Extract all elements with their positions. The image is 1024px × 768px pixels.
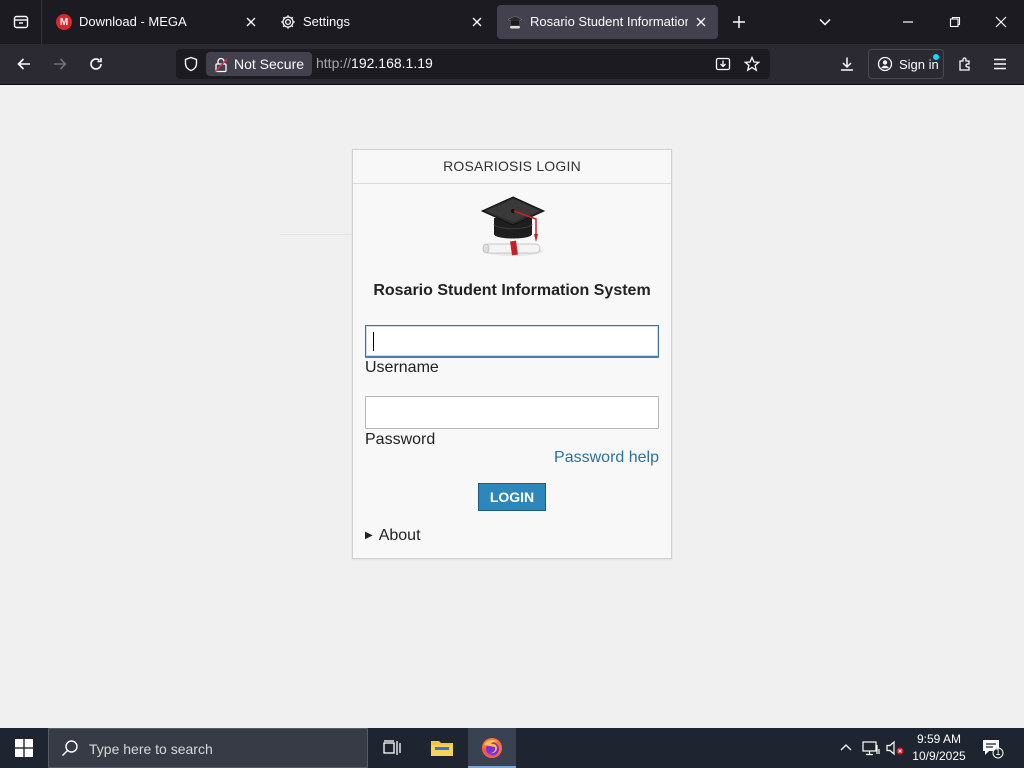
extensions-button[interactable] xyxy=(953,52,977,76)
puzzle-piece-icon xyxy=(959,57,970,71)
forward-button[interactable] xyxy=(48,52,72,76)
username-input[interactable] xyxy=(365,325,659,358)
insecure-lock-icon xyxy=(214,56,228,80)
system-clock[interactable]: 9:59 AM 10/9/2025 xyxy=(906,731,972,765)
about-label: About xyxy=(378,527,421,544)
url-protocol: http:// xyxy=(316,55,352,71)
tab-mega[interactable]: M Download - MEGA xyxy=(46,5,268,39)
not-secure-badge[interactable]: Not Secure xyxy=(206,52,313,76)
hamburger-menu-icon xyxy=(994,58,1006,70)
network-icon[interactable] xyxy=(861,738,881,758)
account-icon xyxy=(877,56,893,75)
show-hidden-icons-button[interactable] xyxy=(836,738,856,758)
windows-logo-icon xyxy=(15,739,33,757)
close-icon xyxy=(995,16,1007,28)
tab-title: Settings xyxy=(303,14,350,29)
tab-settings[interactable]: Settings xyxy=(270,5,494,39)
taskbar-search-box[interactable]: Type here to search xyxy=(48,728,368,768)
close-icon[interactable] xyxy=(468,13,486,31)
url-host: 192.168.1.19 xyxy=(351,55,433,71)
notification-count: 1 xyxy=(995,747,1001,757)
username-label: Username xyxy=(365,359,439,376)
downloads-button[interactable] xyxy=(835,52,859,76)
clock-date: 10/9/2025 xyxy=(912,749,966,763)
save-to-pocket-button[interactable] xyxy=(714,55,732,73)
chevron-down-icon xyxy=(819,18,831,26)
windows-taskbar: Type here to search 9:59 AM 10/9/2025 1 xyxy=(0,728,1024,768)
about-toggle[interactable]: ▶ About xyxy=(365,527,421,545)
url-text[interactable]: http://192.168.1.19 xyxy=(316,55,433,71)
login-header: ROSARIOSIS LOGIN xyxy=(353,150,671,184)
firefox-view-button[interactable] xyxy=(0,0,42,44)
disclosure-triangle-icon: ▶ xyxy=(365,530,373,541)
task-view-button[interactable] xyxy=(368,728,416,768)
firefox-view-icon xyxy=(13,15,28,29)
star-icon xyxy=(744,56,760,72)
bookmark-star-button[interactable] xyxy=(743,55,761,73)
mega-logo-icon: M xyxy=(56,14,72,30)
volume-muted-icon[interactable] xyxy=(885,738,905,758)
firefox-icon xyxy=(482,738,502,758)
tab-title: Rosario Student Information Sy xyxy=(530,14,688,29)
text-caret xyxy=(373,332,374,351)
gear-icon xyxy=(280,14,296,30)
reload-button[interactable] xyxy=(84,52,108,76)
app-menu-button[interactable] xyxy=(988,52,1012,76)
close-icon[interactable] xyxy=(692,13,710,31)
tracking-protection-shield-icon[interactable] xyxy=(182,55,200,73)
restore-button[interactable] xyxy=(943,10,967,34)
new-tab-button[interactable] xyxy=(727,10,751,34)
sign-in-label: Sign in xyxy=(899,57,939,72)
arrow-left-icon xyxy=(17,58,30,70)
arrow-right-icon xyxy=(54,58,67,70)
chevron-up-icon xyxy=(840,744,852,751)
plus-icon xyxy=(733,16,745,28)
browser-navigation-bar: Not Secure http://192.168.1.19 Sign in xyxy=(0,44,1024,85)
folder-icon xyxy=(431,741,453,756)
firefox-taskbar-button[interactable] xyxy=(468,728,516,768)
password-label: Password xyxy=(365,431,436,448)
login-button[interactable]: LOGIN xyxy=(478,483,546,511)
minimize-icon xyxy=(903,21,913,23)
file-explorer-button[interactable] xyxy=(418,728,466,768)
graduation-cap-icon xyxy=(507,14,523,30)
app-title: Rosario Student Information System xyxy=(373,282,651,299)
download-icon xyxy=(841,57,853,71)
tab-rosario[interactable]: Rosario Student Information Sy xyxy=(497,5,718,39)
close-icon[interactable] xyxy=(242,13,260,31)
task-view-icon xyxy=(383,740,401,755)
close-window-button[interactable] xyxy=(989,10,1013,34)
notification-dot xyxy=(933,54,939,60)
sign-in-button[interactable]: Sign in xyxy=(868,49,944,79)
search-placeholder: Type here to search xyxy=(89,741,213,757)
browser-tab-bar: M Download - MEGA Settings Rosario Stude… xyxy=(0,0,1024,44)
clock-time: 9:59 AM xyxy=(916,732,962,746)
graduation-cap-logo xyxy=(478,194,548,260)
save-page-icon xyxy=(715,57,731,71)
password-input[interactable] xyxy=(365,396,659,429)
start-button[interactable] xyxy=(0,728,48,768)
search-icon xyxy=(61,739,79,762)
restore-icon xyxy=(949,16,961,28)
login-form: ROSARIOSIS LOGIN Rosario Student Informa… xyxy=(352,149,672,559)
back-button[interactable] xyxy=(12,52,36,76)
tab-title: Download - MEGA xyxy=(79,14,187,29)
url-bar[interactable]: Not Secure http://192.168.1.19 xyxy=(176,49,770,79)
list-all-tabs-button[interactable] xyxy=(813,10,837,34)
reload-icon xyxy=(90,58,102,70)
page-viewport: ROSARIOSIS LOGIN Rosario Student Informa… xyxy=(0,85,1024,728)
password-help-link[interactable]: Password help xyxy=(554,449,659,467)
minimize-button[interactable] xyxy=(896,10,920,34)
not-secure-label: Not Secure xyxy=(234,56,305,72)
notification-center-button[interactable]: 1 xyxy=(980,736,1004,760)
